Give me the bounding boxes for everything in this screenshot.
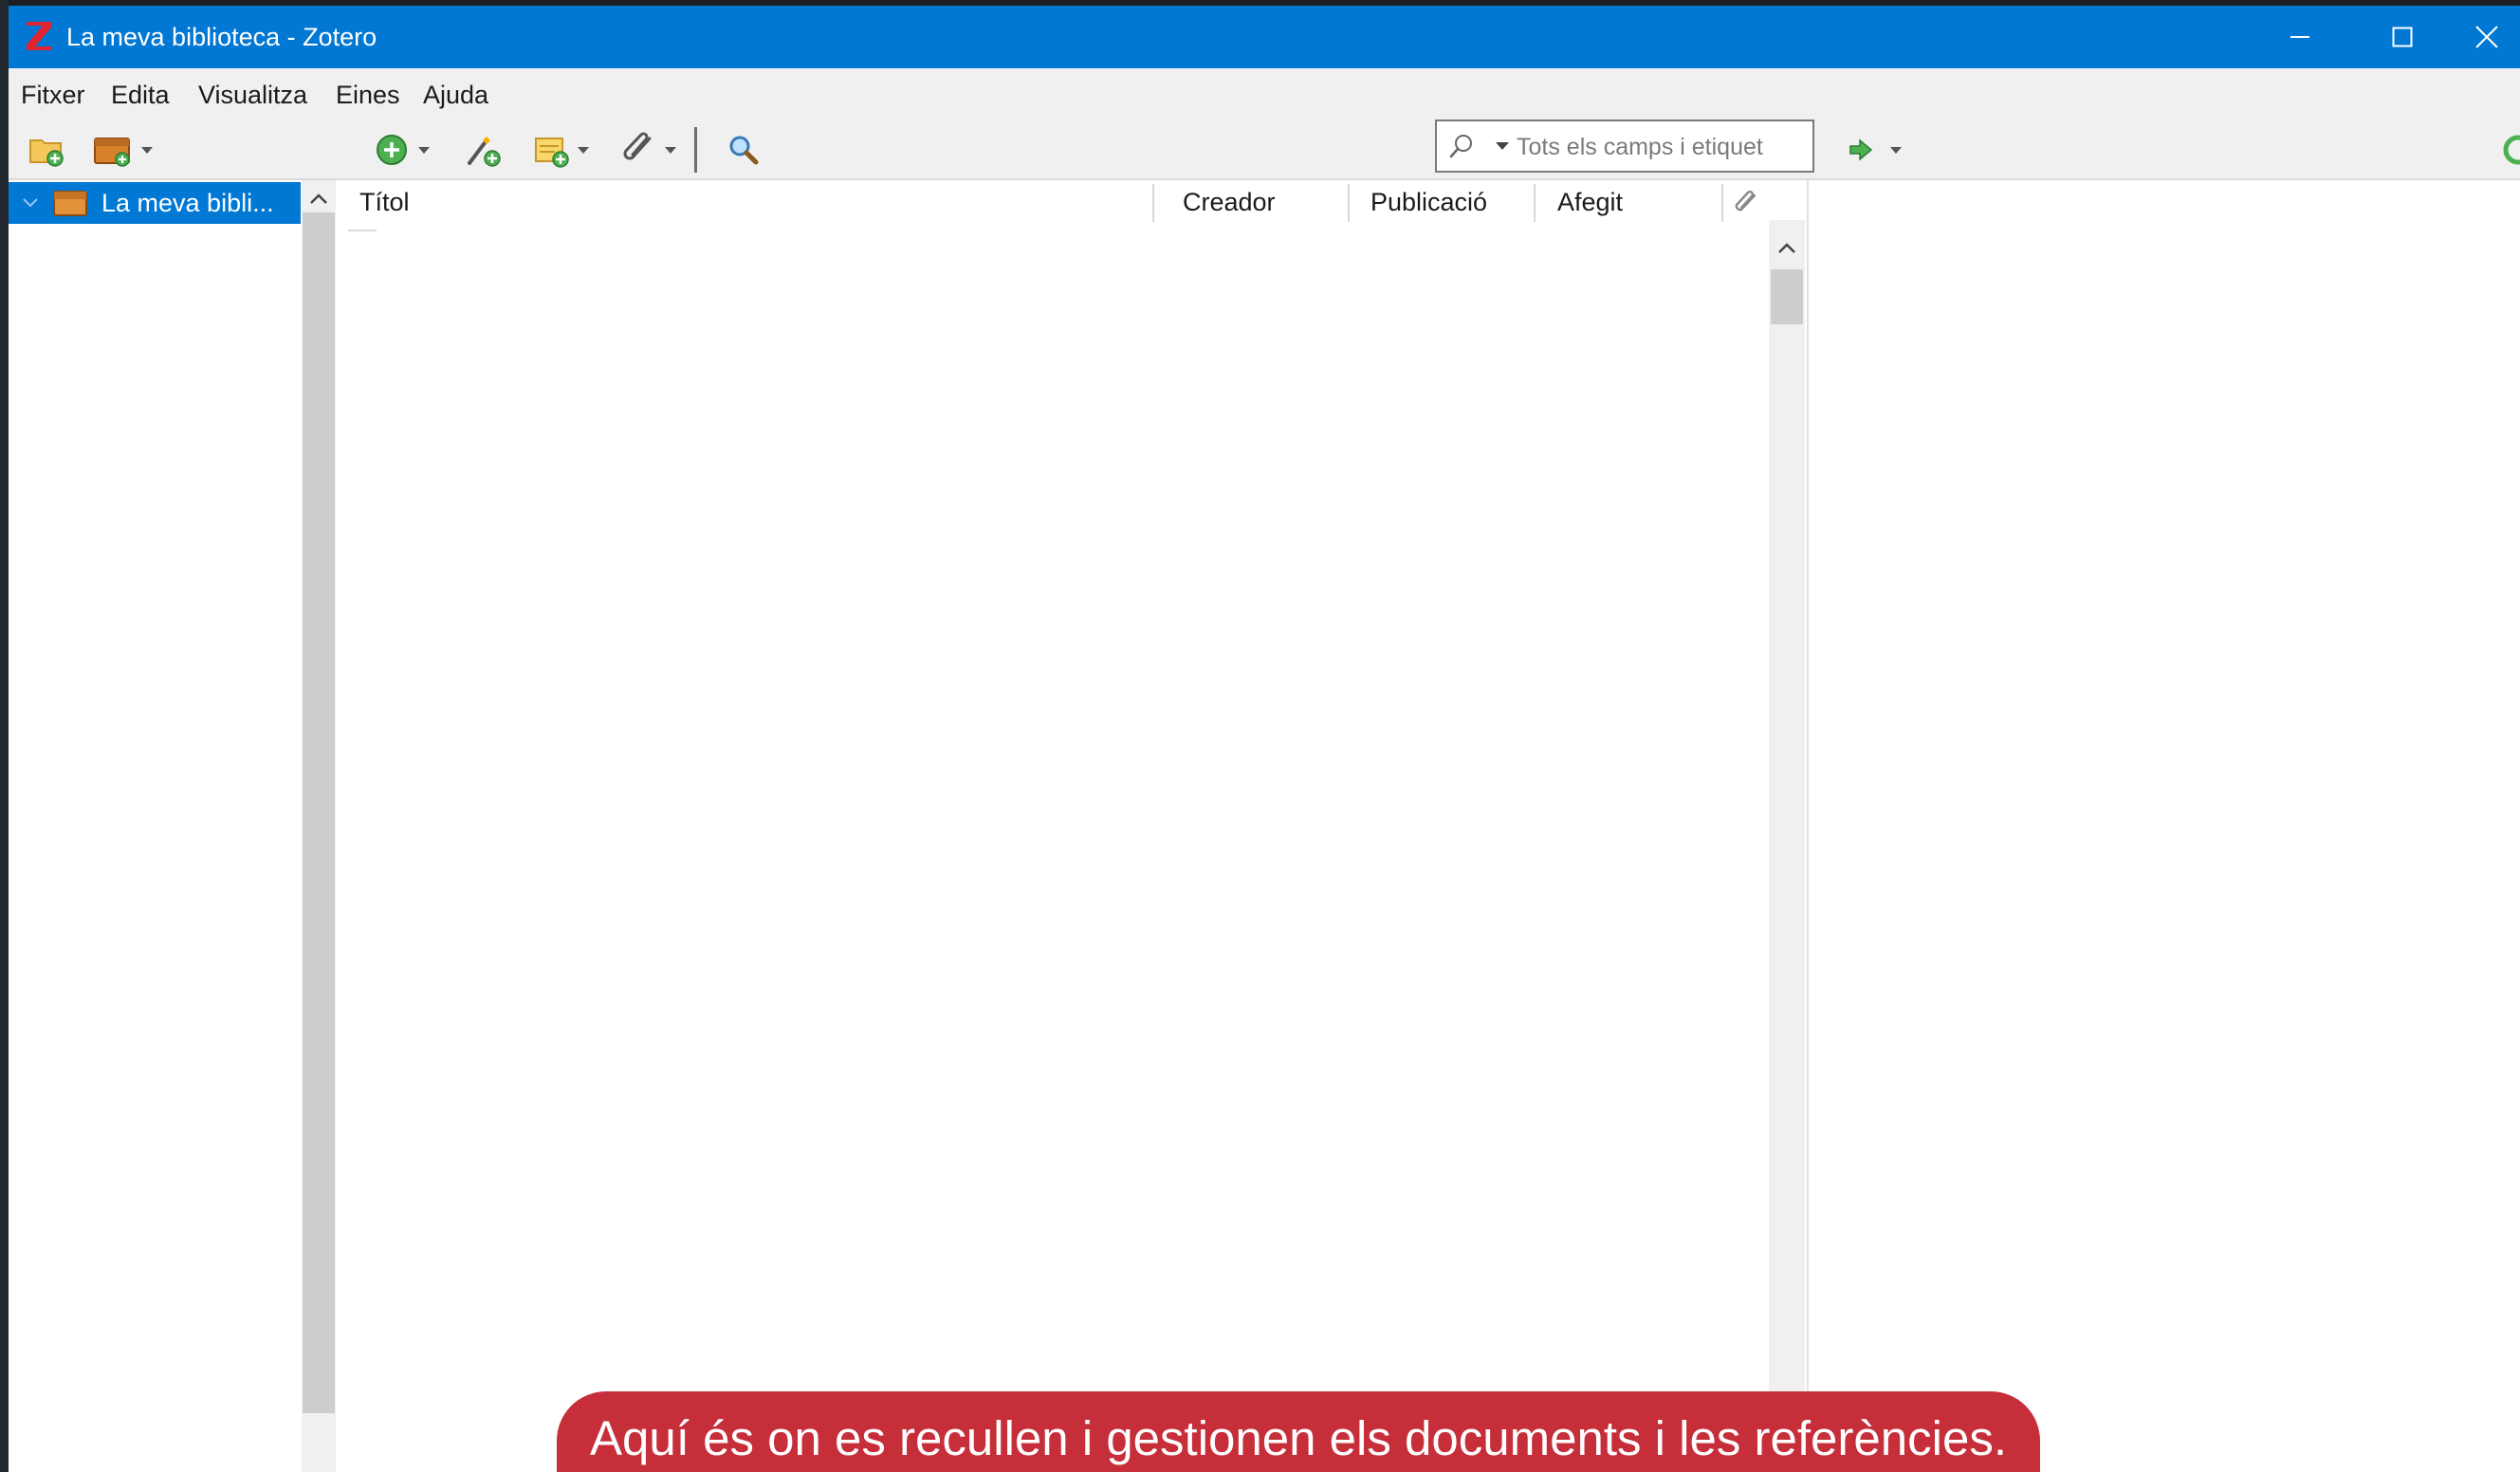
chevron-up-icon[interactable] [308, 192, 329, 212]
title-bar: La meva biblioteca - Zotero [9, 6, 2520, 68]
screen: La meva biblioteca - Zotero Fitxer Edita… [0, 0, 2520, 1472]
item-pane [1809, 180, 2520, 1472]
new-collection-icon [29, 139, 64, 167]
sync-button[interactable] [2501, 129, 2520, 171]
new-item-icon [377, 135, 407, 165]
search-mode-dropdown[interactable] [1494, 138, 1511, 158]
column-header-date-added[interactable]: Afegit [1557, 186, 1623, 224]
new-note-icon [535, 138, 569, 168]
new-collection-button[interactable] [28, 129, 65, 171]
chevron-down-icon [665, 147, 676, 154]
window-title: La meva biblioteca - Zotero [66, 23, 377, 51]
chevron-down-icon [1496, 142, 1509, 150]
items-scrollbar-thumb[interactable] [1771, 269, 1803, 324]
sync-icon [2503, 135, 2520, 165]
chevron-up-icon[interactable] [1776, 241, 1797, 261]
paperclip-icon [623, 132, 652, 160]
search-box[interactable] [1435, 120, 1814, 173]
menu-edita[interactable]: Edita [111, 80, 170, 110]
items-list: Títol Creador Publicació Afegit [339, 180, 1777, 1472]
chevron-down-icon[interactable] [22, 195, 39, 215]
caption-banner: Aquí és on es recullen i gestionen els d… [557, 1391, 2040, 1472]
items-scrollbar[interactable] [1769, 220, 1805, 1472]
add-attachment-button[interactable] [621, 129, 680, 171]
search-icon [1448, 133, 1475, 164]
chevron-down-icon [578, 147, 589, 154]
library-icon [52, 188, 88, 223]
header-bottom-border [348, 230, 377, 231]
locate-button[interactable] [1847, 129, 1905, 171]
new-library-icon [94, 138, 130, 167]
menu-eines[interactable]: Eines [336, 80, 400, 110]
menu-bar: Fitxer Edita Visualitza Eines Ajuda [9, 68, 2520, 120]
column-header-creator[interactable]: Creador [1183, 186, 1276, 224]
column-separator[interactable] [1152, 184, 1154, 222]
add-by-identifier-button[interactable] [464, 129, 502, 171]
arrow-right-icon [1849, 138, 1873, 161]
search-input[interactable] [1517, 131, 1801, 163]
zotero-logo-icon [24, 19, 54, 53]
minimize-icon [2290, 36, 2309, 38]
advanced-search-button[interactable] [727, 129, 761, 171]
column-header-title[interactable]: Títol [359, 186, 410, 224]
chevron-down-icon [1890, 147, 1902, 154]
maximize-button[interactable] [2351, 6, 2454, 68]
new-library-button[interactable] [92, 129, 156, 171]
collection-item-my-library[interactable]: La meva bibli... [9, 182, 301, 224]
column-header-attachments[interactable] [1733, 190, 1761, 228]
column-separator[interactable] [1534, 184, 1536, 222]
collections-pane: La meva bibli... [9, 180, 301, 1472]
column-separator[interactable] [1348, 184, 1350, 222]
column-picker[interactable] [1769, 180, 1805, 220]
minimize-button[interactable] [2249, 6, 2351, 68]
menu-ajuda[interactable]: Ajuda [423, 80, 488, 110]
desktop-edge-left [0, 0, 9, 1472]
toolbar-separator [694, 127, 697, 173]
maximize-icon [2392, 27, 2413, 47]
collection-item-label: La meva bibli... [101, 189, 274, 217]
column-header-publication[interactable]: Publicació [1370, 186, 1487, 224]
menu-fitxer[interactable]: Fitxer [21, 80, 85, 110]
chevron-down-icon [141, 147, 153, 154]
magnifier-icon [729, 136, 759, 165]
collections-scrollbar-thumb[interactable] [303, 212, 335, 1413]
close-button[interactable] [2454, 6, 2520, 68]
chevron-down-icon [418, 147, 430, 154]
column-separator[interactable] [1721, 184, 1723, 222]
toolbar [9, 120, 2520, 180]
add-by-identifier-icon [468, 137, 501, 167]
close-icon [2475, 26, 2498, 48]
paperclip-icon [1735, 190, 1757, 212]
new-item-button[interactable] [375, 129, 433, 171]
zotero-window: La meva biblioteca - Zotero Fitxer Edita… [9, 6, 2520, 1472]
new-note-button[interactable] [532, 129, 593, 171]
menu-visualitza[interactable]: Visualitza [198, 80, 307, 110]
